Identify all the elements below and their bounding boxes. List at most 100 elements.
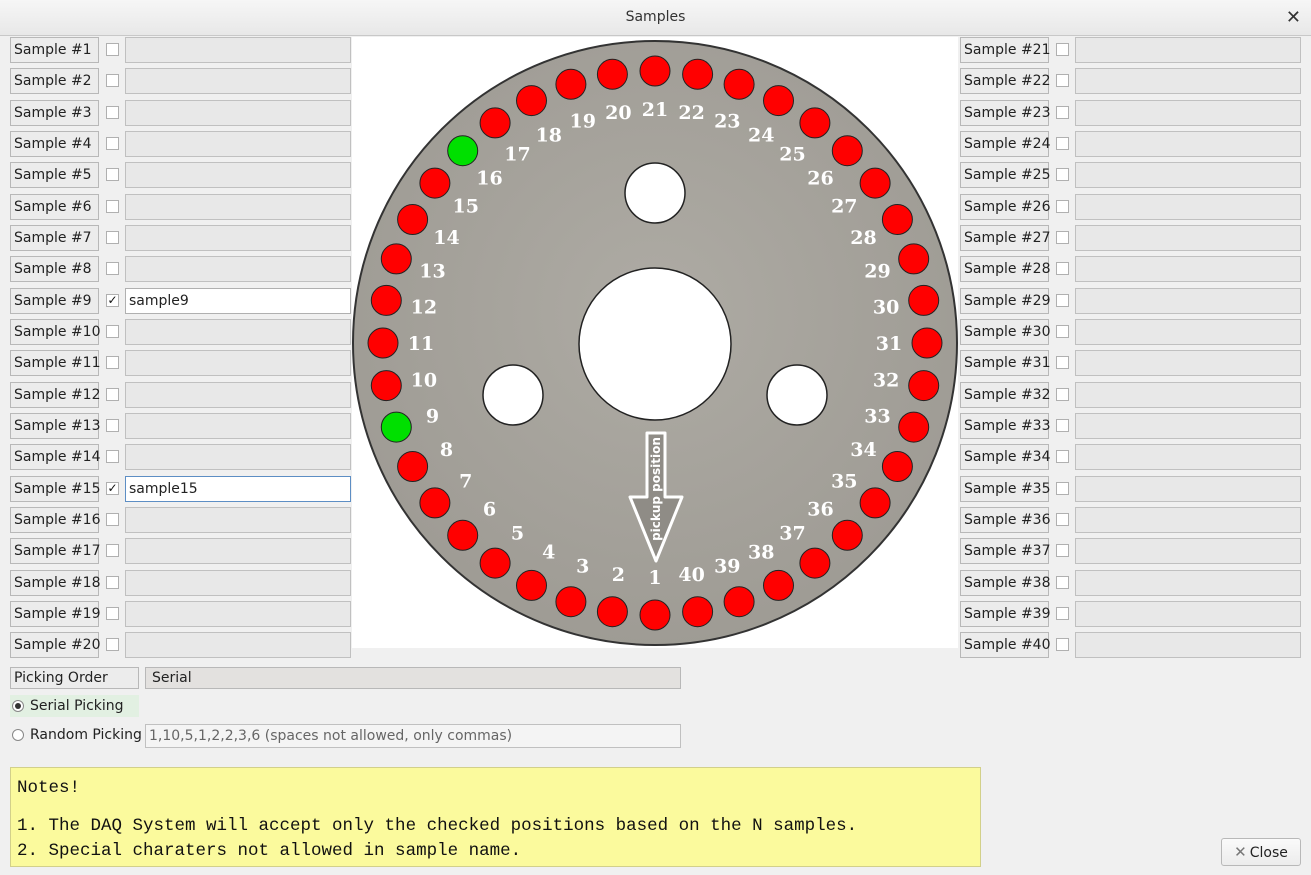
plate-position-40[interactable] — [682, 596, 714, 628]
sample-name-input[interactable] — [125, 225, 351, 251]
plate-position-15[interactable] — [419, 167, 451, 199]
sample-checkbox[interactable] — [1056, 74, 1069, 87]
plate-position-6[interactable] — [447, 519, 479, 551]
sample-name-input[interactable] — [125, 350, 351, 376]
plate-position-39[interactable] — [723, 586, 755, 618]
plate-position-35[interactable] — [859, 487, 891, 519]
plate-position-38[interactable] — [763, 569, 794, 601]
sample-checkbox[interactable] — [1056, 638, 1069, 651]
sample-name-input[interactable] — [125, 162, 351, 188]
plate-position-21[interactable] — [639, 55, 671, 87]
plate-position-31[interactable] — [911, 327, 943, 359]
plate-position-37[interactable] — [799, 547, 831, 579]
plate-position-18[interactable] — [516, 85, 547, 117]
sample-name-input[interactable]: sample9 — [125, 288, 351, 314]
sample-name-input[interactable] — [1075, 162, 1301, 188]
sample-checkbox[interactable] — [1056, 200, 1069, 213]
sample-name-input[interactable] — [125, 319, 351, 345]
sample-checkbox[interactable] — [106, 419, 119, 432]
sample-name-input[interactable] — [1075, 131, 1301, 157]
plate-position-16[interactable] — [447, 135, 479, 167]
sample-checkbox[interactable] — [106, 74, 119, 87]
plate-position-29[interactable] — [898, 243, 930, 275]
sample-checkbox[interactable] — [1056, 294, 1069, 307]
plate-position-24[interactable] — [763, 85, 794, 117]
plate-position-33[interactable] — [898, 411, 930, 443]
plate-position-22[interactable] — [682, 58, 714, 90]
sample-checkbox[interactable] — [106, 168, 119, 181]
sample-checkbox[interactable] — [1056, 482, 1069, 495]
sample-checkbox[interactable] — [1056, 576, 1069, 589]
sample-checkbox[interactable] — [1056, 450, 1069, 463]
sample-name-input[interactable] — [125, 382, 351, 408]
sample-checkbox[interactable] — [1056, 106, 1069, 119]
sample-checkbox[interactable] — [106, 544, 119, 557]
sample-name-input[interactable] — [125, 507, 351, 533]
sample-name-input[interactable] — [125, 413, 351, 439]
sample-name-input[interactable] — [1075, 68, 1301, 94]
sample-name-input[interactable] — [1075, 444, 1301, 470]
sample-checkbox[interactable] — [106, 137, 119, 150]
close-button[interactable]: ✕ Close — [1221, 838, 1301, 866]
sample-checkbox[interactable] — [1056, 356, 1069, 369]
sample-checkbox[interactable] — [1056, 607, 1069, 620]
serial-radio-indicator[interactable] — [12, 700, 24, 712]
sample-checkbox[interactable] — [106, 325, 119, 338]
sample-checkbox[interactable] — [1056, 388, 1069, 401]
sample-checkbox[interactable] — [106, 200, 119, 213]
plate-position-10[interactable] — [370, 370, 402, 402]
sample-name-input[interactable] — [1075, 194, 1301, 220]
plate-position-1[interactable] — [639, 599, 671, 631]
plate-position-4[interactable] — [516, 569, 547, 601]
random-order-input[interactable]: 1,10,5,1,2,2,3,6 (spaces not allowed, on… — [145, 724, 681, 748]
sample-name-input[interactable] — [125, 68, 351, 94]
plate-position-28[interactable] — [881, 204, 913, 235]
plate-position-7[interactable] — [419, 487, 451, 519]
plate-position-5[interactable] — [479, 547, 511, 579]
sample-name-input[interactable] — [1075, 632, 1301, 658]
sample-name-input[interactable] — [125, 37, 351, 63]
sample-checkbox[interactable] — [106, 388, 119, 401]
sample-name-input[interactable] — [125, 444, 351, 470]
sample-name-input[interactable] — [1075, 288, 1301, 314]
sample-name-input[interactable] — [1075, 37, 1301, 63]
sample-checkbox[interactable] — [1056, 231, 1069, 244]
plate-position-8[interactable] — [397, 451, 429, 482]
sample-name-input[interactable] — [1075, 570, 1301, 596]
sample-name-input[interactable] — [1075, 100, 1301, 126]
sample-name-input[interactable] — [1075, 256, 1301, 282]
sample-name-input[interactable] — [125, 131, 351, 157]
plate-position-25[interactable] — [799, 107, 831, 139]
sample-checkbox[interactable] — [1056, 419, 1069, 432]
sample-name-input[interactable] — [125, 570, 351, 596]
sample-checkbox[interactable] — [1056, 544, 1069, 557]
sample-name-input[interactable] — [1075, 319, 1301, 345]
sample-name-input[interactable] — [1075, 601, 1301, 627]
plate-position-30[interactable] — [908, 284, 940, 316]
plate-position-27[interactable] — [859, 167, 891, 199]
plate-position-26[interactable] — [831, 135, 863, 167]
sample-checkbox[interactable]: ✓ — [106, 294, 119, 307]
sample-checkbox[interactable] — [106, 576, 119, 589]
plate-position-13[interactable] — [380, 243, 412, 275]
sample-name-input[interactable] — [1075, 350, 1301, 376]
plate-position-2[interactable] — [596, 596, 628, 628]
plate-position-20[interactable] — [596, 58, 628, 90]
sample-checkbox[interactable] — [106, 231, 119, 244]
plate-position-11[interactable] — [367, 327, 399, 359]
plate-position-14[interactable] — [397, 204, 429, 235]
sample-checkbox[interactable] — [1056, 513, 1069, 526]
sample-name-input[interactable] — [1075, 538, 1301, 564]
sample-checkbox[interactable] — [106, 607, 119, 620]
sample-name-input[interactable] — [1075, 507, 1301, 533]
sample-checkbox[interactable] — [1056, 43, 1069, 56]
serial-picking-radio[interactable]: Serial Picking — [10, 695, 139, 717]
sample-name-input[interactable] — [125, 601, 351, 627]
plate-position-17[interactable] — [479, 107, 511, 139]
sample-name-input[interactable] — [125, 538, 351, 564]
plate-position-23[interactable] — [723, 68, 755, 100]
sample-checkbox[interactable] — [1056, 168, 1069, 181]
sample-checkbox[interactable] — [106, 43, 119, 56]
plate-position-12[interactable] — [370, 284, 402, 316]
random-picking-radio[interactable]: Random Picking — [10, 724, 142, 746]
